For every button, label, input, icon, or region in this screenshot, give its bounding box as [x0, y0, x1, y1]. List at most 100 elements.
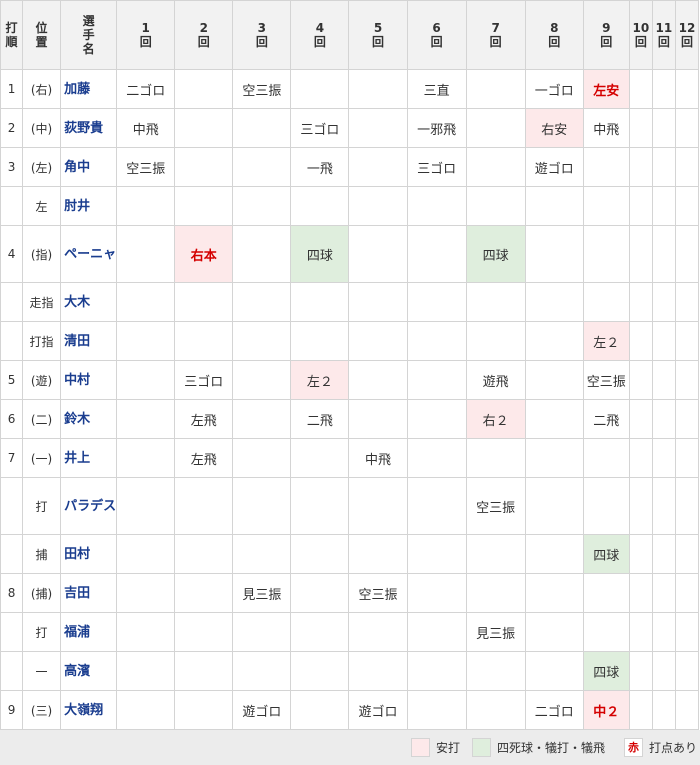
at-bat-result-inning-9	[582, 612, 630, 652]
header-inning-text: 回	[430, 35, 443, 49]
player-name-link[interactable]: 大嶺翔	[60, 690, 118, 730]
position-cell: (指)	[22, 225, 62, 283]
legend-walk-label: 四死球・犠打・犠飛	[497, 741, 606, 755]
at-bat-result-inning-7	[465, 534, 526, 574]
player-name-link[interactable]: 加藤	[60, 69, 118, 109]
at-bat-result-inning-9	[582, 477, 630, 535]
at-bat-result-inning-3	[232, 651, 292, 691]
at-bat-result-inning-1	[116, 282, 176, 322]
position-cell: (捕)	[22, 573, 62, 613]
position-cell: (左)	[22, 147, 62, 187]
header-order-char: 順	[5, 35, 18, 49]
at-bat-result-inning-4	[290, 282, 350, 322]
at-bat-result-inning-6	[406, 282, 467, 322]
at-bat-result-inning-11	[651, 399, 676, 439]
batting-order-cell	[0, 321, 24, 361]
header-inning-text: 回	[197, 35, 210, 49]
batter-row: 捕田村 四球	[0, 534, 700, 574]
at-bat-result-inning-12	[674, 321, 700, 361]
player-name-link[interactable]: 中村	[60, 360, 118, 400]
at-bat-result-inning-5	[348, 477, 408, 535]
at-bat-result-inning-4	[290, 69, 350, 109]
batting-scorecard-table: 打 順 位 置 選 手 名 1 回 2 回 3 回 4 回 5 回 6 回 7 回 8 回 9 回 10 回 11 回 12…	[0, 0, 700, 730]
at-bat-result-inning-10	[628, 651, 653, 691]
at-bat-result-inning-4: 四球	[290, 225, 350, 283]
at-bat-result-inning-11	[651, 612, 676, 652]
player-name-link[interactable]: 角中	[60, 147, 118, 187]
at-bat-result-inning-6	[406, 321, 467, 361]
at-bat-result-inning-6: 三直	[406, 69, 467, 109]
at-bat-result-inning-1: 中飛	[116, 108, 176, 148]
player-name-link[interactable]: 鈴木	[60, 399, 118, 439]
header-inning-text: 回	[680, 35, 693, 49]
at-bat-result-inning-9	[582, 147, 630, 187]
batting-order-cell: 8	[0, 573, 24, 613]
at-bat-result-inning-6: 三ゴロ	[406, 147, 467, 187]
at-bat-result-inning-1	[116, 477, 176, 535]
at-bat-result-inning-5	[348, 282, 408, 322]
at-bat-result-inning-12	[674, 147, 700, 187]
batting-order-cell	[0, 534, 24, 574]
header-inning-4: 4回	[290, 0, 350, 70]
at-bat-result-inning-7: 見三振	[465, 612, 526, 652]
position-cell: 捕	[22, 534, 62, 574]
batting-order-cell	[0, 651, 24, 691]
player-name-link[interactable]: 福浦	[60, 612, 118, 652]
header-inning-text: 7	[491, 21, 500, 35]
at-bat-result-inning-10	[628, 108, 653, 148]
header-inning-text: 9	[602, 21, 611, 35]
at-bat-result-inning-7: 空三振	[465, 477, 526, 535]
player-name-link[interactable]: ペーニャ	[60, 225, 118, 283]
legend-hit: 安打	[411, 738, 460, 757]
at-bat-result-inning-6	[406, 438, 467, 478]
position-cell: (三)	[22, 690, 62, 730]
at-bat-result-inning-9	[582, 438, 630, 478]
at-bat-result-inning-1	[116, 438, 176, 478]
at-bat-result-inning-3: 見三振	[232, 573, 292, 613]
at-bat-result-inning-12	[674, 438, 700, 478]
at-bat-result-inning-9	[582, 225, 630, 283]
legend-rbi-label: 打点あり	[649, 741, 698, 755]
at-bat-result-inning-11	[651, 438, 676, 478]
at-bat-result-inning-11	[651, 477, 676, 535]
at-bat-result-inning-11	[651, 282, 676, 322]
at-bat-result-inning-4	[290, 534, 350, 574]
at-bat-result-inning-2	[174, 108, 234, 148]
player-name-link[interactable]: 肘井	[60, 186, 118, 226]
player-name-link[interactable]: パラデス	[60, 477, 118, 535]
player-name-link[interactable]: 田村	[60, 534, 118, 574]
at-bat-result-inning-10	[628, 186, 653, 226]
at-bat-result-inning-7	[465, 690, 526, 730]
at-bat-result-inning-7: 遊飛	[465, 360, 526, 400]
batter-row: 3 (左) 角中 空三振 一飛 三ゴロ 遊ゴロ	[0, 147, 700, 187]
batting-order-cell: 1	[0, 69, 24, 109]
player-name-link[interactable]: 大木	[60, 282, 118, 322]
at-bat-result-inning-10	[628, 534, 653, 574]
header-name-char: 選	[82, 14, 95, 28]
at-bat-result-inning-3	[232, 282, 292, 322]
legend-bar: 安打 四死球・犠打・犠飛 赤 打点あり	[0, 730, 700, 765]
at-bat-result-inning-10	[628, 282, 653, 322]
header-inning-12: 12 回	[674, 0, 700, 70]
legend-walk-swatch	[472, 738, 491, 757]
legend-hit-swatch	[411, 738, 430, 757]
player-name-link[interactable]: 清田	[60, 321, 118, 361]
at-bat-result-inning-3	[232, 438, 292, 478]
player-name-link[interactable]: 井上	[60, 438, 118, 478]
batter-row: 4 (指) ペーニャ 右本 四球 四球	[0, 225, 700, 283]
header-inning-2: 2回	[174, 0, 234, 70]
header-inning-text: 回	[313, 35, 326, 49]
batter-row: 7 (一) 井上 左飛 中飛	[0, 438, 700, 478]
at-bat-result-inning-2	[174, 612, 234, 652]
batting-order-cell	[0, 186, 24, 226]
at-bat-result-inning-1	[116, 651, 176, 691]
player-name-link[interactable]: 荻野貴	[60, 108, 118, 148]
at-bat-result-inning-10	[628, 612, 653, 652]
player-name-link[interactable]: 吉田	[60, 573, 118, 613]
at-bat-result-inning-10	[628, 477, 653, 535]
at-bat-result-inning-7	[465, 438, 526, 478]
at-bat-result-inning-7: 右２	[465, 399, 526, 439]
at-bat-result-inning-6	[406, 573, 467, 613]
batting-order-cell: 5	[0, 360, 24, 400]
player-name-link[interactable]: 高濱	[60, 651, 118, 691]
